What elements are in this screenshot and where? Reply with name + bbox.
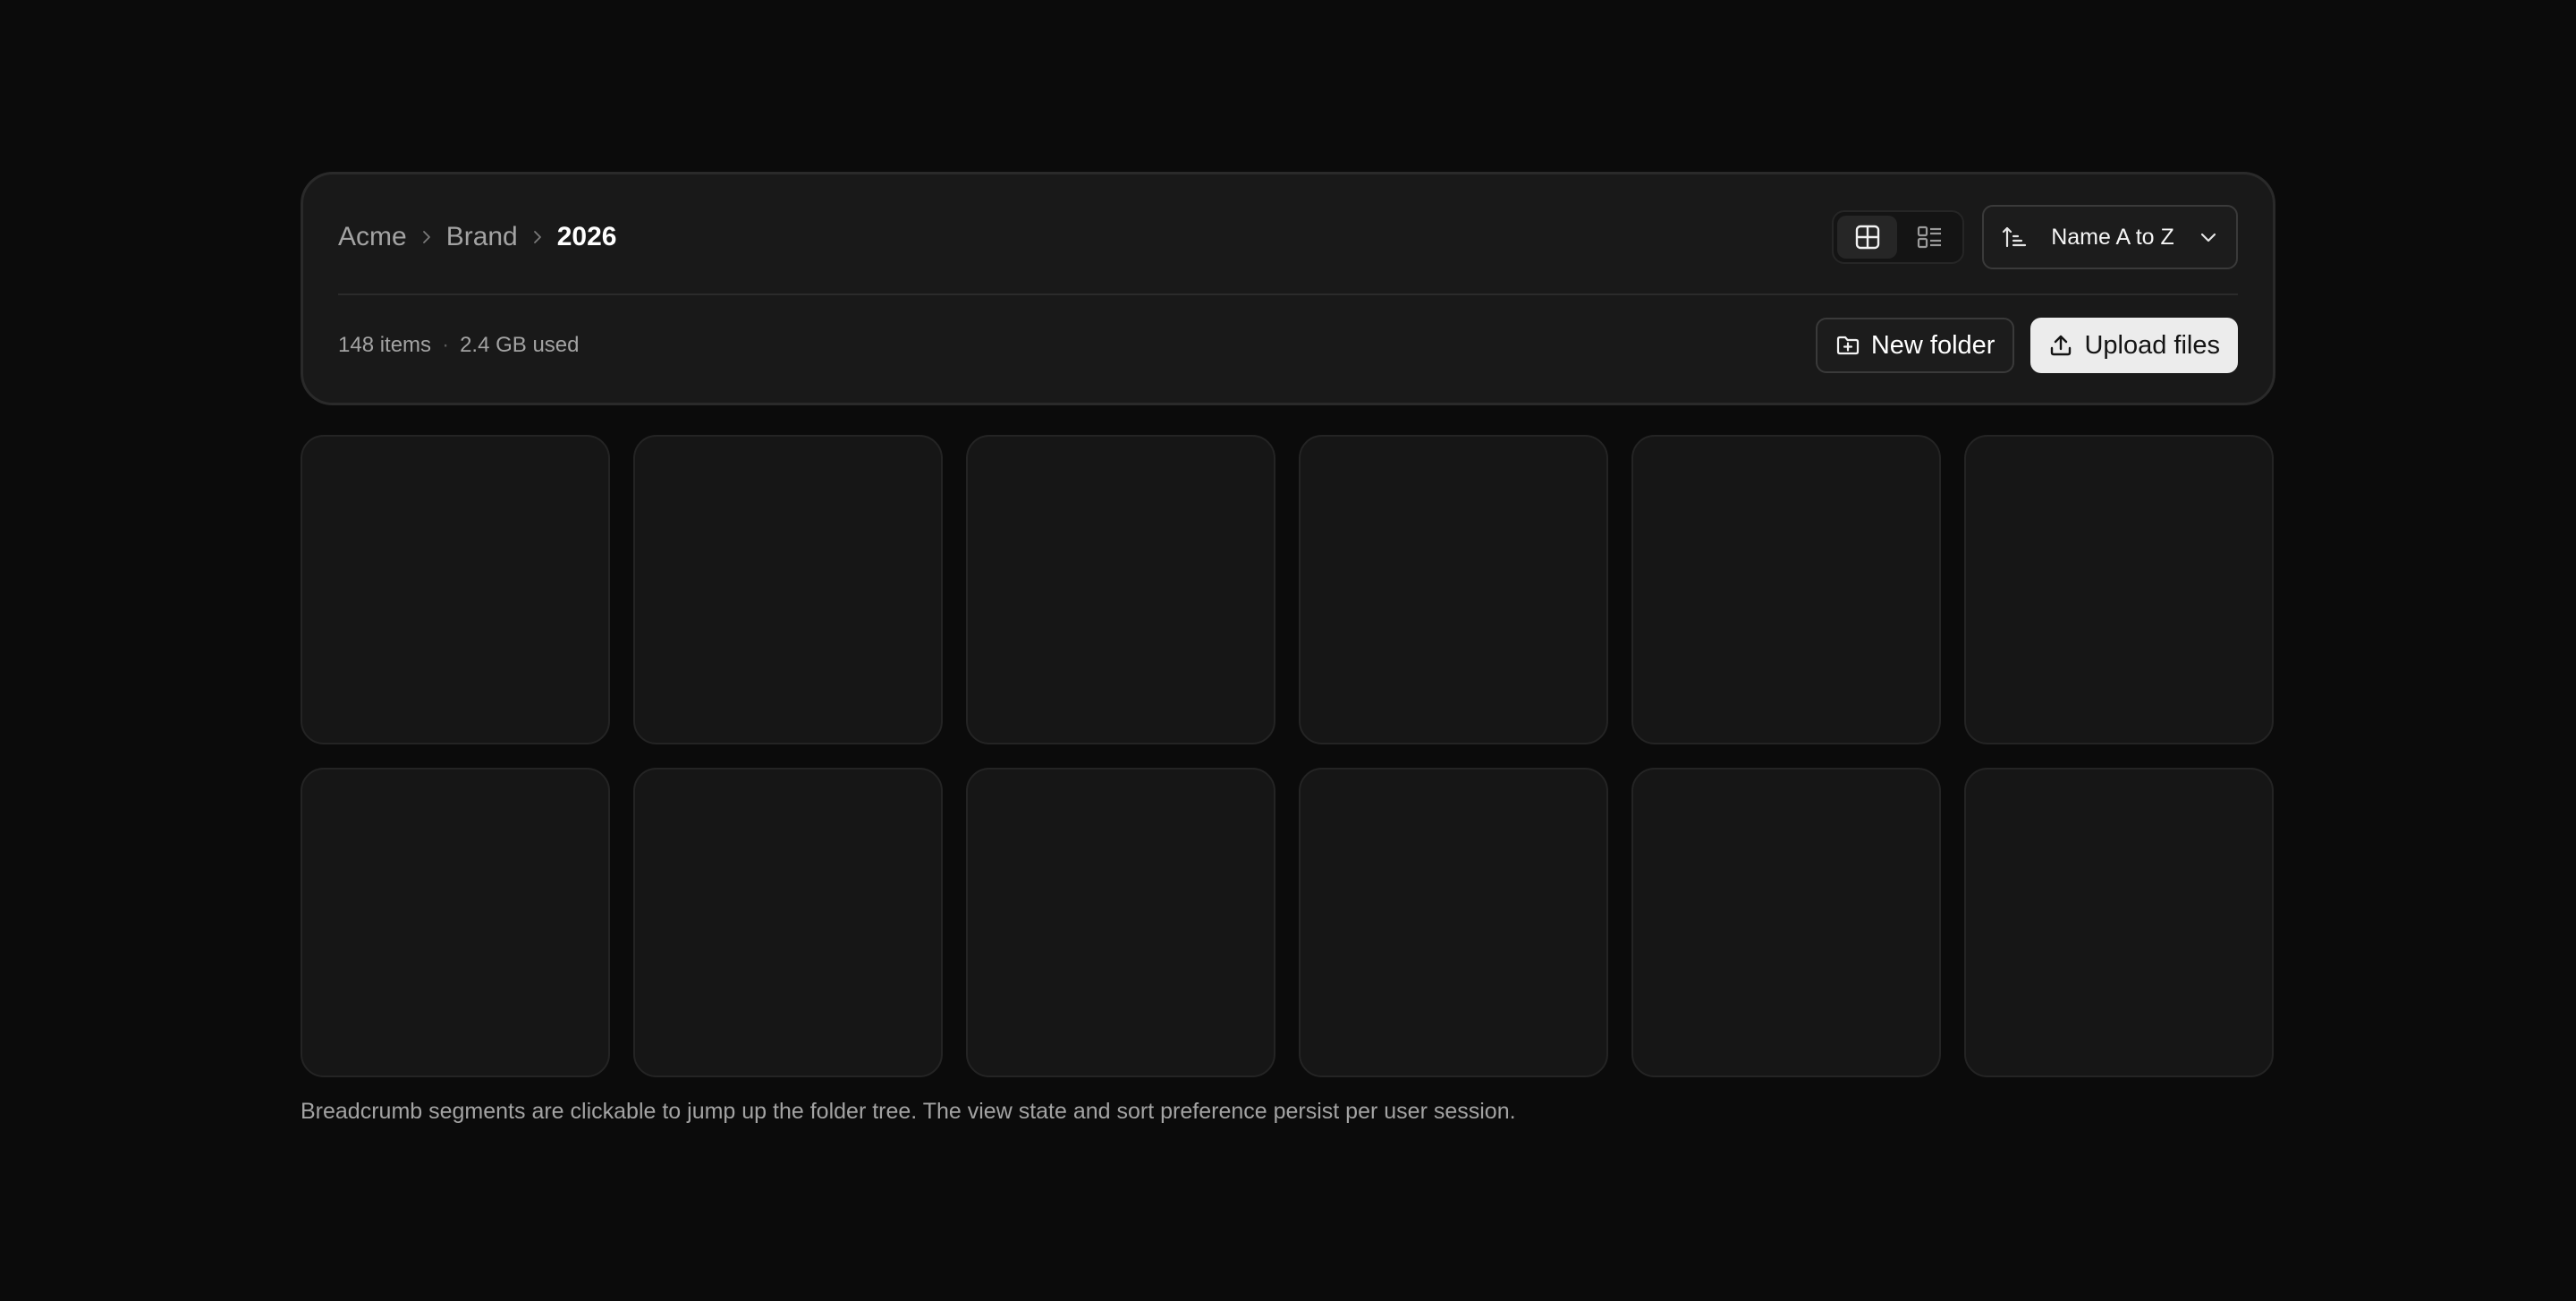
file-tile[interactable] (1299, 435, 1608, 744)
toolbar-bottom-row: 148 items · 2.4 GB used New folder Uploa… (338, 318, 2238, 373)
view-toggle (1832, 210, 1964, 264)
toolbar-divider (338, 293, 2238, 295)
view-controls: Name A to Z (1832, 205, 2238, 269)
breadcrumb-item-current: 2026 (556, 222, 617, 251)
file-browser: Acme Brand 2026 Name A to Z 148 items · … (301, 172, 2275, 1124)
file-tile[interactable] (1964, 435, 2274, 744)
file-tile[interactable] (966, 435, 1275, 744)
toolbar-card: Acme Brand 2026 Name A to Z 148 items · … (301, 172, 2275, 405)
list-view-icon (1916, 224, 1943, 251)
storage-used: 2.4 GB used (460, 333, 580, 357)
file-tile[interactable] (301, 768, 610, 1077)
sort-dropdown[interactable]: Name A to Z (1982, 205, 2238, 269)
file-tile[interactable] (633, 435, 943, 744)
footnote: Breadcrumb segments are clickable to jum… (301, 1099, 1516, 1124)
upload-files-button[interactable]: Upload files (2030, 318, 2238, 373)
file-tile[interactable] (633, 768, 943, 1077)
file-grid (301, 435, 2275, 1077)
grid-view-button[interactable] (1837, 216, 1897, 259)
new-folder-button[interactable]: New folder (1815, 318, 2015, 373)
file-tile[interactable] (1631, 768, 1941, 1077)
grid-view-icon (1854, 224, 1881, 251)
sort-label: Name A to Z (2051, 224, 2174, 250)
file-tile[interactable] (1631, 435, 1941, 744)
folder-meta: 148 items · 2.4 GB used (338, 333, 579, 358)
breadcrumb-item-brand[interactable]: Brand (446, 222, 518, 252)
meta-separator: · (442, 333, 450, 357)
list-view-button[interactable] (1899, 216, 1959, 259)
file-tile[interactable] (1299, 768, 1608, 1077)
breadcrumb-item-acme[interactable]: Acme (338, 222, 407, 252)
chevron-right-icon (518, 230, 557, 244)
upload-files-label: Upload files (2084, 330, 2220, 360)
toolbar-top-row: Acme Brand 2026 Name A to Z (338, 205, 2238, 269)
chevron-right-icon (407, 230, 446, 244)
toolbar-actions: New folder Upload files (1815, 318, 2238, 373)
file-tile[interactable] (966, 768, 1275, 1077)
items-count: 148 items (338, 333, 432, 357)
sort-ascending-icon (2002, 225, 2027, 250)
breadcrumb: Acme Brand 2026 (338, 222, 617, 252)
new-folder-label: New folder (1870, 330, 1996, 360)
file-tile[interactable] (301, 435, 610, 744)
chevron-down-icon (2199, 227, 2218, 247)
file-tile[interactable] (1964, 768, 2274, 1077)
upload-icon (2048, 333, 2073, 358)
folder-plus-icon (1835, 333, 1860, 358)
